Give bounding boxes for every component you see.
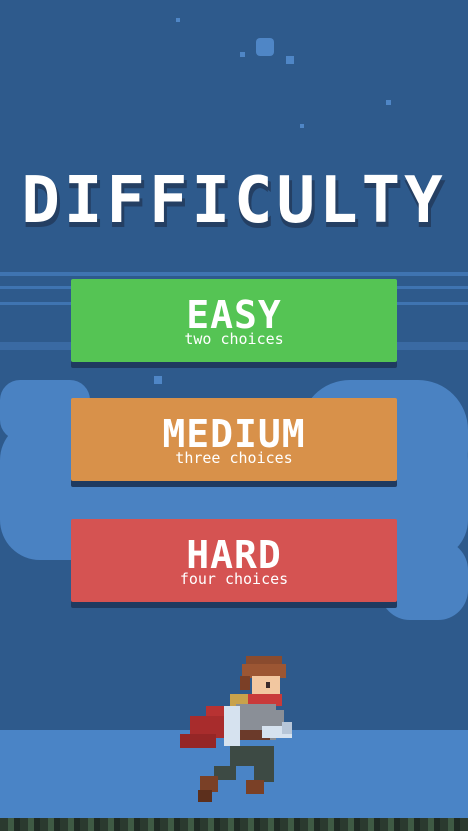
screen-title: DIFFICULTY: [21, 164, 447, 238]
medium-button-sub: three choices: [175, 449, 293, 467]
medium-button[interactable]: MEDIUM three choices: [71, 398, 397, 481]
sky-dot: [154, 376, 162, 384]
sky-dot: [256, 38, 274, 56]
hard-button[interactable]: HARD four choices: [71, 519, 397, 602]
sky-dot: [386, 100, 391, 105]
hard-button-sub: four choices: [179, 570, 289, 588]
sky-dot: [176, 18, 180, 22]
easy-button-sub: two choices: [184, 330, 284, 348]
easy-button-label: EASY: [186, 293, 282, 337]
sky-dot: [300, 124, 304, 128]
medium-button-label: MEDIUM: [162, 412, 306, 456]
hard-button-label: HARD: [186, 533, 282, 577]
sky-stripe: [0, 272, 468, 276]
sky-dot: [286, 56, 294, 64]
hero-character: [180, 656, 292, 802]
sky-dot: [240, 52, 245, 57]
easy-button[interactable]: EASY two choices: [71, 279, 397, 362]
